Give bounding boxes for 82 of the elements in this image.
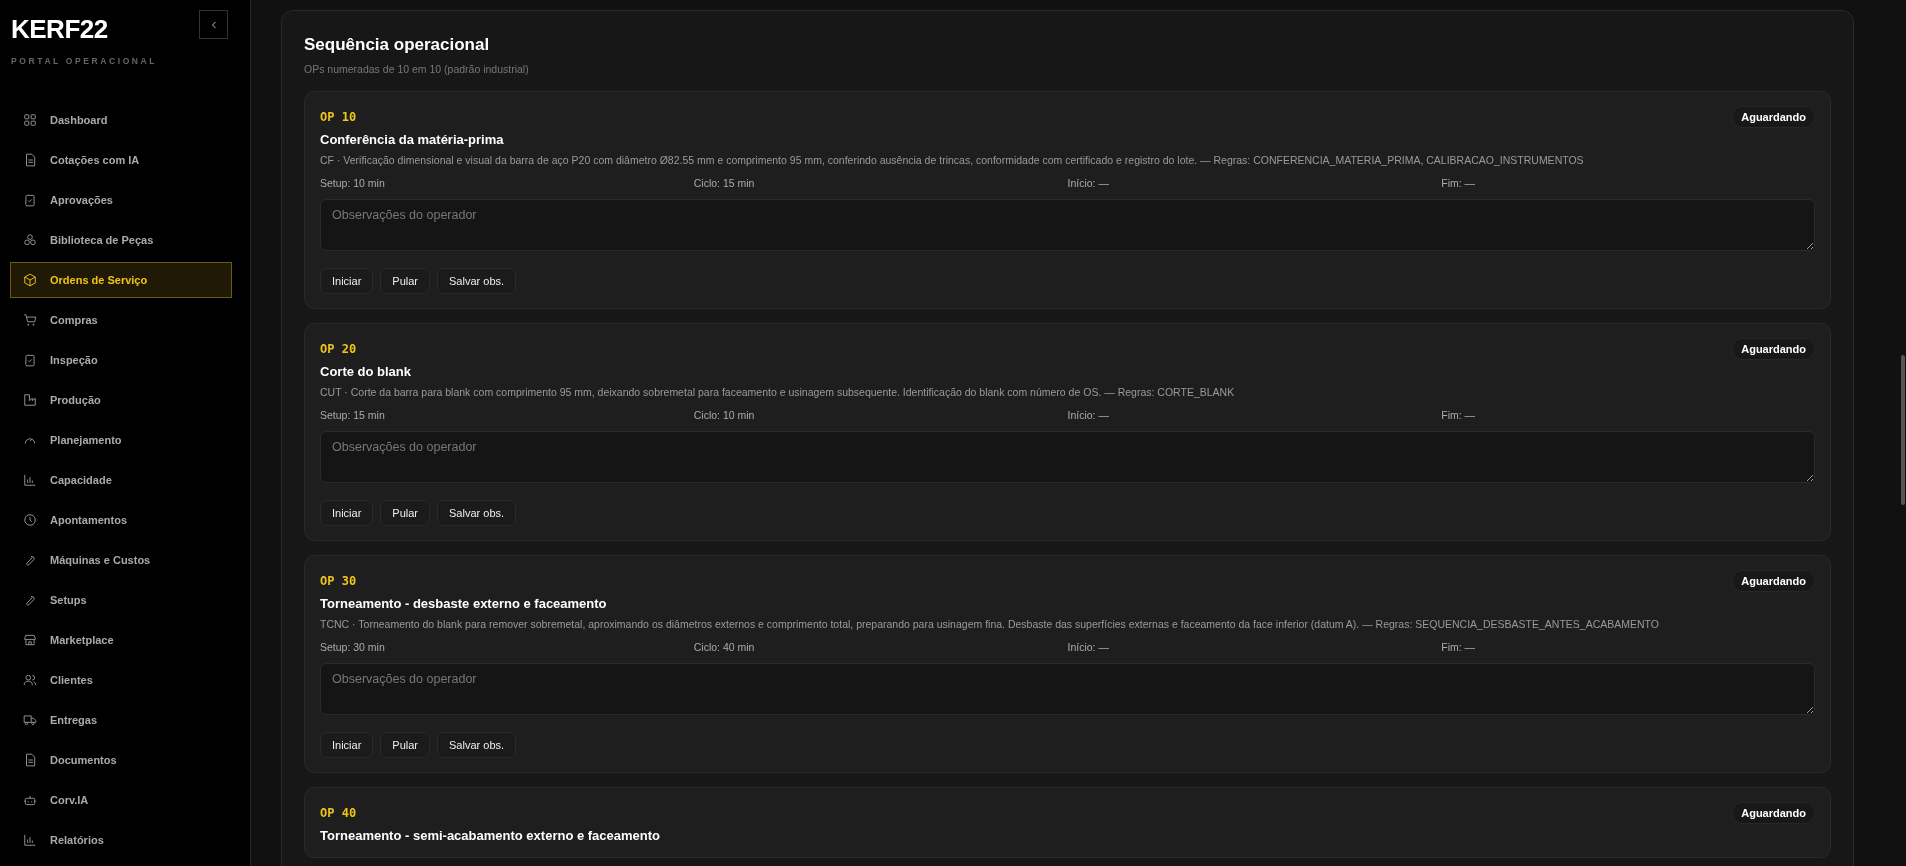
sidebar-item[interactable]: Produção — [10, 382, 232, 418]
scrollbar-thumb[interactable] — [1901, 355, 1905, 505]
operation-meta: Setup: 30 min — [320, 641, 386, 653]
sidebar-item[interactable]: Relatórios — [10, 822, 232, 858]
operation-meta: Início: — — [1067, 177, 1110, 189]
action-button[interactable]: Iniciar — [320, 268, 374, 294]
notes-field[interactable]: Observações do operador — [320, 199, 1815, 251]
menu-item-icon — [23, 833, 37, 847]
menu-item-icon — [23, 273, 37, 287]
menu-item-icon — [23, 633, 37, 647]
operation-title: Conferência da matéria-prima — [320, 132, 505, 147]
sidebar-item[interactable]: Biblioteca de Peças — [10, 222, 232, 258]
action-button[interactable]: Iniciar — [320, 732, 374, 758]
operation-code: OP 40 — [320, 806, 357, 820]
portal-subtitle: PORTAL OPERACIONAL — [11, 56, 158, 66]
menu-item-icon — [23, 473, 37, 487]
menu-item-icon — [23, 393, 37, 407]
sidebar-item[interactable]: Setups — [10, 582, 232, 618]
operation-title: Corte do blank — [320, 364, 412, 379]
menu-item-icon — [23, 753, 37, 767]
menu-item-icon — [23, 713, 37, 727]
operation-meta: Setup: 15 min — [320, 409, 386, 421]
sidebar-item[interactable]: Cotações com IA — [10, 142, 232, 178]
operation-meta: Início: — — [1067, 409, 1110, 421]
collapse-button[interactable] — [199, 10, 228, 39]
action-button[interactable]: Iniciar — [320, 500, 374, 526]
operation-meta: Setup: 10 min — [320, 177, 386, 189]
action-button[interactable]: Pular — [380, 268, 431, 294]
sidebar-item[interactable]: Máquinas e Custos — [10, 542, 232, 578]
notes-field[interactable]: Observações do operador — [320, 431, 1815, 483]
sidebar-item[interactable]: Dashboard — [10, 102, 232, 138]
action-button[interactable]: Pular — [380, 500, 431, 526]
operation-description: CUT · Corte da barra para blank com comprimento 95 mm, deixando sobremetal para faceamento e usinagem subsequente. Identificação do blank com número de OS. — Regras: CORTE_BLANK — [320, 386, 1236, 398]
menu-item-icon — [23, 513, 37, 527]
operation-description: TCNC · Torneamento do blank para remover sobremetal, aproximando os diâmetros externos e comprimento total, preparando para usinagem fina. Desbaste das superfícies externas e faceamento da face inferior (datum A). — Regras: SEQUENCIA_DESBASTE_ANTES_ACABAMENTO — [320, 618, 1660, 630]
operation-description: CF · Verificação dimensional e visual da barra de aço P20 com diâmetro Ø82.55 mm e comprimento 95 mm, conferindo ausência de trincas, conformidade com certificado e registro do lote. — Regras: CONFERENCIA_MATERIA_PRIMA, CALIBRACAO_INSTRUMENTOS — [320, 154, 1585, 166]
section-title: Sequência operacional — [304, 35, 491, 55]
status-badge: Aguardando — [1732, 802, 1815, 824]
action-button[interactable]: Salvar obs. — [437, 732, 517, 758]
sidebar-item[interactable]: Capacidade — [10, 462, 232, 498]
operation-meta: Ciclo: 15 min — [693, 177, 756, 189]
operation-meta: Fim: — — [1441, 177, 1477, 189]
operation-meta: Ciclo: 10 min — [693, 409, 756, 421]
menu-item-icon — [23, 593, 37, 607]
operation-title: Torneamento - desbaste externo e faceamento — [320, 596, 608, 611]
sidebar-item[interactable]: Entregas — [10, 702, 232, 738]
operation-meta: Fim: — — [1441, 409, 1477, 421]
menu-item-icon — [23, 233, 37, 247]
operation-meta: Ciclo: 40 min — [693, 641, 756, 653]
action-button[interactable]: Salvar obs. — [437, 268, 517, 294]
notes-field[interactable]: Observações do operador — [320, 663, 1815, 715]
operation-code: OP 10 — [320, 110, 357, 124]
menu-item-icon — [23, 313, 37, 327]
sidebar-item[interactable]: Marketplace — [10, 622, 232, 658]
sidebar-item[interactable]: Clientes — [10, 662, 232, 698]
sidebar-item[interactable]: Documentos — [10, 742, 232, 778]
status-badge: Aguardando — [1732, 106, 1815, 128]
menu-item-icon — [23, 353, 37, 367]
menu-item-icon — [23, 193, 37, 207]
sidebar-item[interactable]: Apontamentos — [10, 502, 232, 538]
action-button[interactable]: Pular — [380, 732, 431, 758]
menu-item-icon — [23, 673, 37, 687]
menu-item-icon — [23, 113, 37, 127]
status-badge: Aguardando — [1732, 338, 1815, 360]
menu-item-icon — [23, 793, 37, 807]
sidebar-item[interactable]: Aprovações — [10, 182, 232, 218]
operation-meta: Início: — — [1067, 641, 1110, 653]
status-badge: Aguardando — [1732, 570, 1815, 592]
menu-item-icon — [23, 153, 37, 167]
sidebar-item[interactable]: Planejamento — [10, 422, 232, 458]
sidebar-item[interactable]: Compras — [10, 302, 232, 338]
sidebar-item[interactable]: Inspeção — [10, 342, 232, 378]
operation-code: OP 30 — [320, 574, 357, 588]
logo-text: KERF22 — [11, 14, 109, 45]
sidebar-item[interactable]: Corv.IA — [10, 782, 232, 818]
section-subtitle: OPs numeradas de 10 em 10 (padrão industrial) — [304, 63, 530, 75]
operation-meta: Fim: — — [1441, 641, 1477, 653]
operation-code: OP 20 — [320, 342, 357, 356]
operation-title: Torneamento - semi-acabamento externo e faceamento — [320, 828, 662, 843]
action-button[interactable]: Salvar obs. — [437, 500, 517, 526]
menu-item-icon — [23, 553, 37, 567]
sidebar-item[interactable]: Ordens de Serviço — [10, 262, 232, 298]
